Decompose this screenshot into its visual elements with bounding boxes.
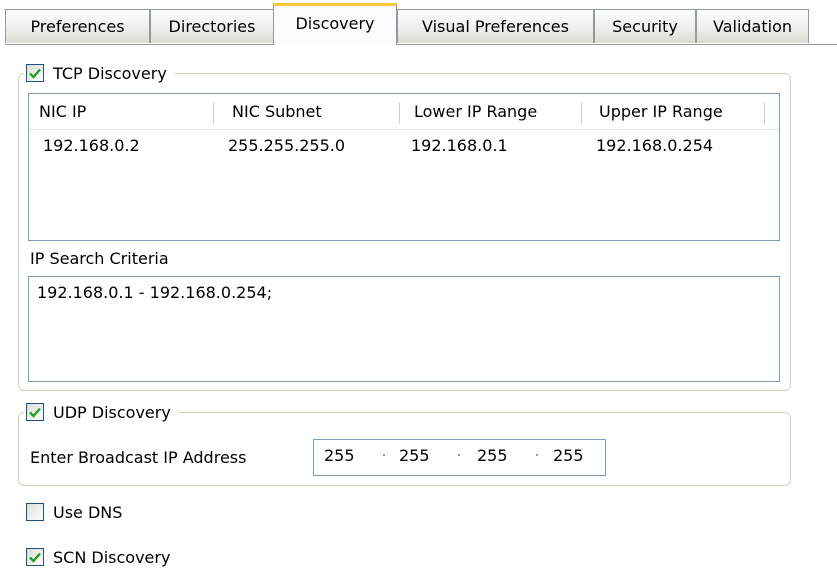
nic-table[interactable]: NIC IP NIC Subnet Lower IP Range Upper I… bbox=[28, 93, 780, 241]
tcp-discovery-label: TCP Discovery bbox=[53, 63, 167, 83]
scn-discovery-option[interactable]: SCN Discovery bbox=[26, 545, 170, 569]
ip-octet-3[interactable]: 255 bbox=[477, 446, 508, 465]
tab-preferences[interactable]: Preferences bbox=[5, 9, 150, 43]
check-icon bbox=[29, 552, 41, 563]
check-icon bbox=[29, 407, 41, 418]
ip-octet-4[interactable]: 255 bbox=[553, 446, 584, 465]
ip-separator bbox=[383, 454, 385, 456]
column-header-upper-ip-range[interactable]: Upper IP Range bbox=[589, 94, 769, 130]
cell-lower-ip-range: 192.168.0.1 bbox=[411, 136, 508, 155]
ip-search-criteria-input[interactable]: 192.168.0.1 - 192.168.0.254; bbox=[28, 276, 780, 382]
tab-strip: Preferences Directories Discovery Visual… bbox=[0, 0, 837, 46]
column-divider[interactable] bbox=[213, 102, 214, 124]
tcp-discovery-checkbox[interactable] bbox=[26, 64, 44, 82]
column-divider[interactable] bbox=[764, 102, 765, 124]
header-underline bbox=[29, 129, 779, 130]
tab-validation[interactable]: Validation bbox=[696, 9, 809, 43]
use-dns-option[interactable]: Use DNS bbox=[26, 500, 122, 524]
udp-discovery-legend[interactable]: UDP Discovery bbox=[24, 400, 179, 424]
ip-separator bbox=[536, 454, 538, 456]
scn-discovery-label: SCN Discovery bbox=[53, 547, 171, 567]
udp-discovery-label: UDP Discovery bbox=[53, 402, 171, 422]
tab-baseline bbox=[5, 44, 837, 45]
ip-octet-1[interactable]: 255 bbox=[324, 446, 355, 465]
column-header-lower-ip-range[interactable]: Lower IP Range bbox=[404, 94, 584, 130]
tab-directories[interactable]: Directories bbox=[150, 9, 274, 43]
column-header-nic-ip[interactable]: NIC IP bbox=[29, 94, 214, 130]
cell-nic-ip: 192.168.0.2 bbox=[43, 136, 140, 155]
use-dns-label: Use DNS bbox=[53, 502, 123, 522]
cell-nic-subnet: 255.255.255.0 bbox=[228, 136, 346, 155]
tab-security[interactable]: Security bbox=[594, 9, 696, 43]
tcp-discovery-legend[interactable]: TCP Discovery bbox=[24, 61, 175, 85]
udp-discovery-checkbox[interactable] bbox=[26, 403, 44, 421]
tab-visual-preferences[interactable]: Visual Preferences bbox=[397, 9, 594, 43]
column-header-nic-subnet[interactable]: NIC Subnet bbox=[222, 94, 402, 130]
ip-separator bbox=[458, 454, 460, 456]
cell-upper-ip-range: 192.168.0.254 bbox=[596, 136, 714, 155]
tab-discovery[interactable]: Discovery bbox=[273, 3, 397, 45]
broadcast-ip-input[interactable]: 255 255 255 255 bbox=[313, 439, 606, 476]
column-divider[interactable] bbox=[581, 102, 582, 124]
ip-search-criteria-label: IP Search Criteria bbox=[30, 249, 169, 268]
ip-octet-2[interactable]: 255 bbox=[399, 446, 430, 465]
scn-discovery-checkbox[interactable] bbox=[26, 548, 44, 566]
broadcast-ip-label: Enter Broadcast IP Address bbox=[30, 448, 247, 467]
column-divider[interactable] bbox=[399, 102, 400, 124]
use-dns-checkbox[interactable] bbox=[26, 503, 44, 521]
check-icon bbox=[29, 68, 41, 79]
